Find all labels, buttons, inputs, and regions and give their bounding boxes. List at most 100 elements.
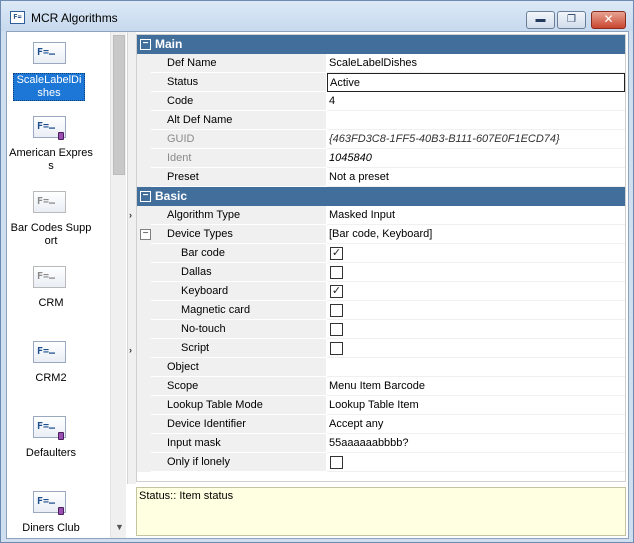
title-bar[interactable]: F= MCR Algorithms ▬ ❐ ✕ [1, 1, 633, 31]
list-scrollbar[interactable]: ▼ [110, 32, 126, 538]
property-value[interactable]: Not a preset [327, 168, 625, 187]
property-row[interactable]: Code 4 [137, 92, 625, 111]
property-value[interactable] [327, 263, 625, 282]
property-row[interactable]: Lookup Table Mode Lookup Table Item [137, 396, 625, 415]
list-item-label: American Express [9, 147, 93, 172]
category-label: Basic [155, 189, 188, 203]
category-basic[interactable]: − Basic [137, 187, 625, 206]
algorithm-list[interactable]: F=… ScaleLabelDishes F=… American Expres… [7, 32, 113, 538]
property-row[interactable]: Script [137, 339, 625, 358]
minimize-button[interactable]: ▬ [526, 11, 555, 29]
row-margin [137, 111, 151, 130]
property-value[interactable] [327, 358, 625, 377]
property-row[interactable]: Alt Def Name [137, 111, 625, 130]
property-value[interactable] [327, 453, 625, 472]
row-margin [137, 415, 151, 434]
collapse-icon[interactable]: − [140, 229, 151, 240]
property-row[interactable]: Keyboard ✓ [137, 282, 625, 301]
property-row[interactable]: Preset Not a preset [137, 168, 625, 187]
list-item-defaulters[interactable]: F=… Defaulters [7, 412, 95, 482]
property-value[interactable]: Lookup Table Item [327, 396, 625, 415]
property-row[interactable]: Device Identifier Accept any [137, 415, 625, 434]
checkbox-keyboard[interactable]: ✓ [330, 285, 343, 298]
list-item-label: CRM2 [35, 372, 67, 384]
property-value[interactable]: ✓ [327, 282, 625, 301]
row-margin [137, 396, 151, 415]
checkbox-no-touch[interactable] [330, 323, 343, 336]
checkbox-magnetic-card[interactable] [330, 304, 343, 317]
list-item-scalelabeldishes[interactable]: F=… ScaleLabelDishes [7, 38, 95, 108]
property-row[interactable]: − Device Types [Bar code, Keyboard] [137, 225, 625, 244]
property-row[interactable]: Object [137, 358, 625, 377]
property-value[interactable] [327, 320, 625, 339]
property-name: Device Types [151, 225, 326, 244]
splitter-arrow-icon[interactable]: › [129, 210, 132, 220]
collapse-icon[interactable]: − [140, 191, 151, 202]
algorithm-icon: F=… [33, 42, 66, 64]
pane-splitter[interactable]: › › [127, 32, 136, 484]
list-item-crm2[interactable]: F=… CRM2 [7, 337, 95, 407]
flag-icon [58, 507, 64, 515]
property-value[interactable]: Menu Item Barcode [327, 377, 625, 396]
row-margin [137, 244, 151, 263]
property-row[interactable]: Ident 1045840 [137, 149, 625, 168]
property-row[interactable]: Magnetic card [137, 301, 625, 320]
list-item-crm[interactable]: F=… CRM [7, 262, 95, 332]
row-margin [137, 282, 151, 301]
property-row[interactable]: No-touch [137, 320, 625, 339]
row-margin [137, 339, 151, 358]
property-value[interactable]: Active [327, 73, 625, 92]
property-value: {463FD3C8-1FF5-40B3-B111-607E0F1ECD74} [327, 130, 625, 149]
property-value[interactable] [327, 339, 625, 358]
close-button[interactable]: ✕ [591, 11, 626, 29]
row-margin: − [137, 225, 151, 244]
property-row[interactable]: GUID {463FD3C8-1FF5-40B3-B111-607E0F1ECD7… [137, 130, 625, 149]
list-item-diners-club[interactable]: F=… Diners Club [7, 487, 95, 538]
property-name: Only if lonely [151, 453, 326, 472]
scroll-down-icon[interactable]: ▼ [115, 522, 124, 532]
property-value[interactable]: Masked Input [327, 206, 625, 225]
property-name: Scope [151, 377, 326, 396]
property-grid: − Main Def Name ScaleLabelDishes Status Ac… [136, 34, 626, 482]
checkbox-dallas[interactable] [330, 266, 343, 279]
checkbox-only-if-lonely[interactable] [330, 456, 343, 469]
property-value[interactable] [327, 111, 625, 130]
property-value[interactable]: 4 [327, 92, 625, 111]
maximize-button[interactable]: ❐ [557, 11, 586, 29]
property-row[interactable]: Status Active [137, 73, 625, 92]
checkbox-bar-code[interactable]: ✓ [330, 247, 343, 260]
property-value[interactable]: [Bar code, Keyboard] [327, 225, 625, 244]
property-value[interactable]: ✓ [327, 244, 625, 263]
splitter-arrow-icon[interactable]: › [129, 345, 132, 355]
algorithm-icon: F=… [33, 266, 66, 288]
status-description-panel: Status:: Item status [136, 487, 626, 536]
property-row[interactable]: Algorithm Type Masked Input [137, 206, 625, 225]
algorithm-icon: F=… [33, 191, 66, 213]
client-area: F=… ScaleLabelDishes F=… American Expres… [6, 31, 629, 539]
list-item-label: Bar Codes Support [10, 222, 92, 247]
property-value[interactable]: Accept any [327, 415, 625, 434]
property-row[interactable]: Dallas [137, 263, 625, 282]
property-row[interactable]: Only if lonely [137, 453, 625, 472]
property-value[interactable]: ScaleLabelDishes [327, 54, 625, 73]
checkbox-script[interactable] [330, 342, 343, 355]
category-main[interactable]: − Main [137, 35, 625, 54]
property-name: Code [151, 92, 326, 111]
property-value[interactable] [327, 301, 625, 320]
property-row[interactable]: Def Name ScaleLabelDishes [137, 54, 625, 73]
collapse-icon[interactable]: − [140, 39, 151, 50]
scrollbar-thumb[interactable] [113, 35, 125, 175]
list-item-label: CRM [38, 297, 64, 309]
property-name: Magnetic card [151, 301, 326, 320]
list-item-american-express[interactable]: F=… American Express [7, 112, 95, 182]
property-value[interactable]: 55aaaaaabbbb? [327, 434, 625, 453]
property-name: Status [151, 73, 326, 92]
property-name: No-touch [151, 320, 326, 339]
property-name: GUID [151, 130, 326, 149]
property-name: Object [151, 358, 326, 377]
list-item-bar-codes-support[interactable]: F=… Bar Codes Support [7, 187, 95, 257]
property-row[interactable]: Scope Menu Item Barcode [137, 377, 625, 396]
property-row[interactable]: Bar code ✓ [137, 244, 625, 263]
property-name: Lookup Table Mode [151, 396, 326, 415]
property-row[interactable]: Input mask 55aaaaaabbbb? [137, 434, 625, 453]
